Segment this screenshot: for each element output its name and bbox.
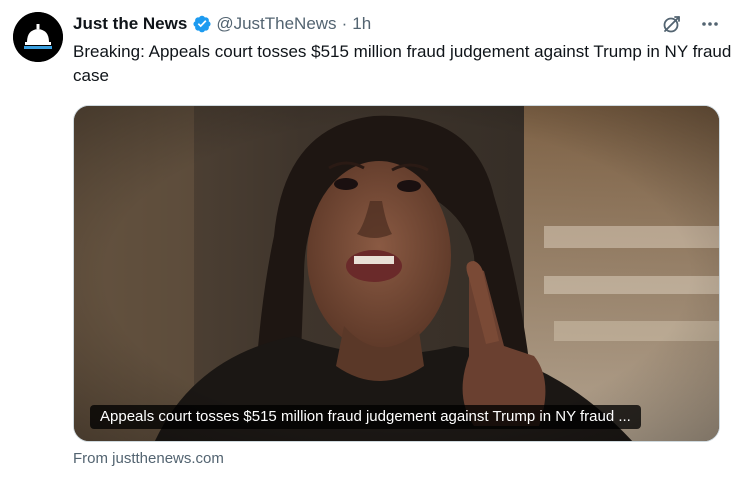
display-name[interactable]: Just the News bbox=[73, 13, 187, 35]
capitol-dome-icon bbox=[13, 12, 63, 62]
grok-icon[interactable] bbox=[662, 14, 682, 34]
avatar[interactable] bbox=[13, 12, 63, 62]
tweet-text: Breaking: Appeals court tosses $515 mill… bbox=[73, 42, 732, 85]
tweet-header: Just the News @JustTheNews · 1h bbox=[73, 13, 371, 35]
verified-badge-icon bbox=[192, 14, 212, 34]
article-photo bbox=[74, 106, 719, 441]
tweet[interactable]: Just the News @JustTheNews · 1h Breaking… bbox=[0, 0, 742, 477]
top-actions bbox=[662, 12, 720, 36]
card-caption: Appeals court tosses $515 million fraud … bbox=[90, 405, 641, 429]
separator-dot: · bbox=[341, 14, 348, 33]
author-handle[interactable]: @JustTheNews bbox=[216, 13, 336, 35]
card-source-link[interactable]: From justthenews.com bbox=[73, 449, 224, 469]
link-card[interactable]: Appeals court tosses $515 million fraud … bbox=[73, 105, 720, 442]
tweet-timestamp[interactable]: 1h bbox=[352, 13, 371, 35]
more-icon[interactable] bbox=[700, 14, 720, 34]
